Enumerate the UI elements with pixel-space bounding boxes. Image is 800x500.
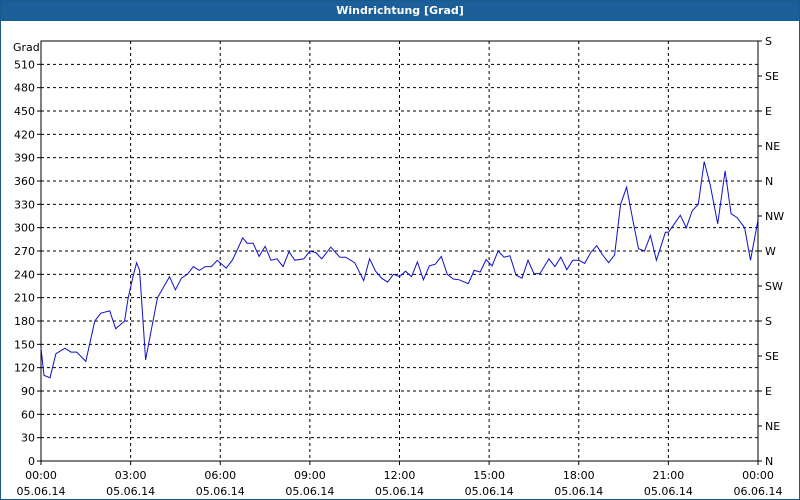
x-tick-label-time: 00:00 (742, 469, 774, 482)
y-right-tick-label: W (765, 245, 776, 258)
y-tick-label: 390 (14, 152, 35, 165)
y-right-tick-label: SW (765, 280, 783, 293)
y-tick-label: 360 (14, 175, 35, 188)
y-tick-label: 330 (14, 198, 35, 211)
x-tick-label-time: 06:00 (204, 469, 236, 482)
x-tick-label-time: 12:00 (384, 469, 416, 482)
y-tick-label: 120 (14, 362, 35, 375)
x-tick-label-date: 05.06.14 (285, 485, 334, 498)
y-tick-label: 60 (21, 408, 35, 421)
y-right-tick-label: SE (765, 70, 779, 83)
y-tick-label: 450 (14, 105, 35, 118)
y-axis-label: Grad (13, 41, 40, 54)
y-right-tick-label: SE (765, 350, 779, 363)
x-tick-label-time: 21:00 (653, 469, 685, 482)
x-tick-label-date: 05.06.14 (196, 485, 245, 498)
y-right-tick-label: E (765, 385, 772, 398)
x-tick-label-date: 05.06.14 (375, 485, 424, 498)
y-tick-label: 210 (14, 292, 35, 305)
y-right-tick-label: N (765, 455, 773, 468)
x-tick-label-date: 05.06.14 (644, 485, 693, 498)
y-tick-label: 420 (14, 128, 35, 141)
y-tick-label: 180 (14, 315, 35, 328)
y-tick-label: 240 (14, 268, 35, 281)
x-tick-label-time: 09:00 (294, 469, 326, 482)
x-tick-label-date: 05.06.14 (17, 485, 66, 498)
y-tick-label: 300 (14, 222, 35, 235)
y-tick-label: 0 (28, 455, 35, 468)
y-tick-label: 270 (14, 245, 35, 258)
x-tick-label-date: 05.06.14 (106, 485, 155, 498)
y-right-tick-label: NE (765, 140, 780, 153)
y-tick-label: 480 (14, 82, 35, 95)
y-tick-label: 30 (21, 432, 35, 445)
chart-window: Windrichtung [Grad] 0 30 60 90 120 150 180 210 2… (0, 0, 800, 500)
y-right-tick-label: NW (765, 210, 784, 223)
y-tick-label: 510 (14, 58, 35, 71)
x-tick-label-date: 05.06.14 (554, 485, 603, 498)
y-right-tick-label: S (765, 35, 772, 48)
y-right-tick-label: N (765, 175, 773, 188)
x-tick-label-time: 18:00 (563, 469, 595, 482)
y-tick-label: 150 (14, 338, 35, 351)
x-tick-label-date: 05.06.14 (465, 485, 514, 498)
y-right-tick-label: E (765, 105, 772, 118)
y-right-tick-label: S (765, 315, 772, 328)
x-tick-label-time: 03:00 (115, 469, 147, 482)
x-tick-label-date: 06.06.14 (734, 485, 783, 498)
x-tick-label-time: 15:00 (473, 469, 505, 482)
y-tick-label: 90 (21, 385, 35, 398)
y-right-tick-label: NE (765, 420, 780, 433)
wind-direction-chart: 0 30 60 90 120 150 180 210 240 270 300 330 360 390 420… (13, 35, 784, 498)
x-tick-label-time: 00:00 (25, 469, 57, 482)
